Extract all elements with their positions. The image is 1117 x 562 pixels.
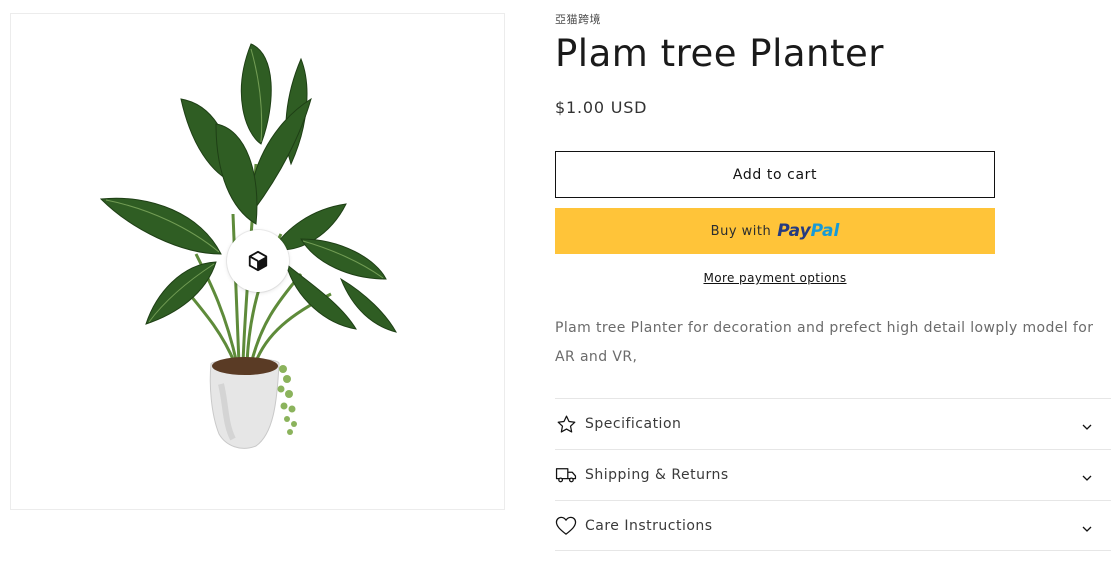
paypal-button[interactable]: Buy with PayPal [555, 208, 995, 254]
view-3d-model-button[interactable] [227, 230, 289, 292]
star-icon [555, 413, 577, 435]
more-payment-options: More payment options [555, 271, 995, 285]
chevron-down-icon [1081, 469, 1093, 488]
cube-icon [248, 250, 268, 272]
more-payment-options-link[interactable]: More payment options [703, 271, 846, 285]
paypal-logo: PayPal [777, 221, 839, 241]
accordion-label: Shipping & Returns [585, 467, 729, 483]
chevron-down-icon [1081, 520, 1093, 539]
product-title: Plam tree Planter [555, 32, 884, 75]
product-vendor: 亞猫跨境 [555, 13, 601, 26]
accordion-care-instructions[interactable]: Care Instructions [555, 500, 1111, 551]
chevron-down-icon [1081, 418, 1093, 437]
paypal-buy-with-label: Buy with [710, 223, 772, 239]
accordion-shipping-returns[interactable]: Shipping & Returns [555, 449, 1111, 500]
product-description: Plam tree Planter for decoration and pre… [555, 320, 1094, 365]
product-price: $1.00 USD [555, 98, 648, 117]
add-to-cart-button[interactable]: Add to cart [555, 151, 995, 198]
paypal-logo-pal: Pal [810, 221, 840, 241]
heart-icon [555, 515, 577, 537]
paypal-logo-pay: Pay [777, 221, 811, 241]
truck-icon [555, 464, 577, 486]
accordion-label: Care Instructions [585, 517, 713, 534]
accordion-specification[interactable]: Specification [555, 398, 1111, 449]
accordion-label: Specification [585, 416, 682, 432]
product-media [10, 13, 505, 510]
